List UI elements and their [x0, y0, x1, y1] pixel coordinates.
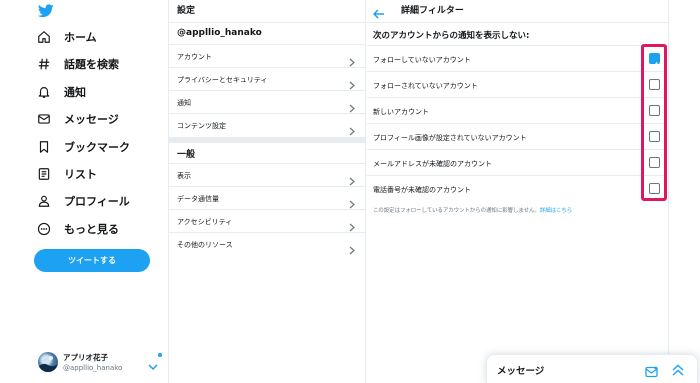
- filter-option-unconfirmed-email[interactable]: メールアドレスが未確認のアカウント: [367, 149, 667, 175]
- new-message-icon[interactable]: [645, 363, 659, 382]
- home-icon: [36, 29, 52, 45]
- chevron-down-icon: [148, 356, 158, 375]
- filter-title: 詳細フィルター: [401, 6, 464, 16]
- filter-option-not-following[interactable]: フォローしていないアカウント: [367, 45, 667, 71]
- checkbox[interactable]: [649, 105, 660, 116]
- list-icon: [36, 166, 52, 182]
- checkbox-checked[interactable]: [649, 53, 660, 68]
- person-icon: [36, 193, 52, 209]
- settings-username: @appllio_hanako: [177, 28, 262, 38]
- advanced-filter-column: 詳細フィルター 次のアカウントからの通知を表示しない: フォローしていないアカウ…: [367, 0, 669, 383]
- nav-lists[interactable]: リスト: [36, 162, 97, 186]
- settings-item-accessibility[interactable]: アクセシビリティ: [169, 209, 365, 232]
- section-divider: [169, 137, 365, 143]
- filter-option-label: メールアドレスが未確認のアカウント: [373, 160, 492, 168]
- messages-drawer[interactable]: メッセージ: [486, 354, 698, 383]
- nav-notifications[interactable]: 通知: [36, 80, 86, 104]
- checkbox[interactable]: [649, 131, 660, 142]
- nav-bookmarks-label: ブックマーク: [64, 141, 130, 154]
- filter-note: この設定はフォローしているアカウントからの通知に影響しません。詳細はこちら: [373, 206, 572, 214]
- settings-item-account[interactable]: アカウント: [169, 44, 365, 67]
- general-section-title: 一般: [177, 150, 196, 160]
- nav-more[interactable]: もっと見る: [36, 217, 119, 241]
- envelope-icon: [36, 111, 52, 127]
- settings-item-display[interactable]: 表示: [169, 163, 365, 186]
- hashtag-icon: [36, 56, 52, 72]
- primary-nav: ホーム 話題を検索 通知 メッセージ ブックマーク リスト プロフィール もっと…: [0, 0, 168, 383]
- nav-explore-label: 話題を検索: [64, 58, 119, 71]
- bookmark-icon: [36, 139, 52, 155]
- settings-column: 設定 @appllio_hanako アカウント プライバシーとセキュリティ 通…: [168, 0, 366, 383]
- settings-item-label: 通知: [177, 99, 191, 107]
- nav-explore[interactable]: 話題を検索: [36, 52, 119, 76]
- nav-more-label: もっと見る: [64, 223, 119, 236]
- settings-item-notifications[interactable]: 通知: [169, 90, 365, 113]
- nav-profile-label: プロフィール: [64, 195, 130, 208]
- tweet-button[interactable]: ツイートする: [34, 249, 150, 272]
- checkbox[interactable]: [649, 183, 660, 194]
- settings-item-label: 表示: [177, 172, 191, 180]
- settings-item-label: コンテンツ設定: [177, 122, 226, 130]
- nav-notifications-label: 通知: [64, 86, 86, 99]
- header-divider: [367, 22, 668, 23]
- nav-lists-label: リスト: [64, 168, 97, 181]
- settings-title: 設定: [177, 6, 196, 16]
- account-name: アプリオ花子: [63, 353, 108, 362]
- settings-item-data-usage[interactable]: データ通信量: [169, 186, 365, 209]
- filter-option-label: 電話番号が未確認のアカウント: [373, 186, 471, 194]
- nav-bookmarks[interactable]: ブックマーク: [36, 135, 130, 159]
- chevron-right-icon: [349, 240, 355, 259]
- nav-home-label: ホーム: [64, 31, 97, 44]
- filter-option-unconfirmed-phone[interactable]: 電話番号が未確認のアカウント: [367, 175, 667, 201]
- settings-item-privacy[interactable]: プライバシーとセキュリティ: [169, 67, 365, 90]
- settings-item-label: その他のリソース: [177, 241, 233, 249]
- account-handle: @appllio_hanako: [63, 364, 123, 372]
- chevron-double-up-icon[interactable]: [671, 362, 685, 381]
- settings-item-label: プライバシーとセキュリティ: [177, 76, 268, 84]
- nav-profile[interactable]: プロフィール: [36, 189, 130, 213]
- checkbox[interactable]: [649, 79, 660, 90]
- unread-dot: [158, 353, 162, 357]
- more-icon: [36, 221, 52, 237]
- nav-home[interactable]: ホーム: [36, 25, 97, 49]
- settings-item-label: アクセシビリティ: [177, 218, 233, 226]
- settings-item-content[interactable]: コンテンツ設定: [169, 113, 365, 136]
- filter-option-label: フォローされていないアカウント: [373, 82, 478, 90]
- twitter-bird-icon[interactable]: [37, 3, 54, 19]
- filter-heading: 次のアカウントからの通知を表示しない:: [373, 31, 530, 41]
- account-switcher[interactable]: アプリオ花子 @appllio_hanako: [38, 350, 162, 376]
- header-divider: [169, 22, 365, 23]
- filter-option-new-accounts[interactable]: 新しいアカウント: [367, 97, 667, 123]
- messages-drawer-title: メッセージ: [497, 366, 545, 377]
- back-arrow-icon[interactable]: [372, 4, 385, 23]
- nav-messages-label: メッセージ: [64, 113, 119, 126]
- filter-option-default-profile-photo[interactable]: プロフィール画像が設定されていないアカウント: [367, 123, 667, 149]
- checkbox[interactable]: [649, 157, 660, 168]
- filter-option-label: フォローしていないアカウント: [373, 56, 471, 64]
- filter-option-label: 新しいアカウント: [373, 108, 429, 116]
- settings-item-label: データ通信量: [177, 195, 219, 203]
- settings-item-resources[interactable]: その他のリソース: [169, 232, 365, 255]
- filter-note-text: この設定はフォローしているアカウントからの通知に影響しません。: [373, 208, 540, 214]
- avatar: [38, 352, 58, 372]
- bell-icon: [36, 84, 52, 100]
- settings-item-label: アカウント: [177, 53, 212, 61]
- nav-messages[interactable]: メッセージ: [36, 107, 119, 131]
- filter-option-not-followed-by[interactable]: フォローされていないアカウント: [367, 71, 667, 97]
- learn-more-link[interactable]: 詳細はこちら: [540, 208, 572, 214]
- filter-option-label: プロフィール画像が設定されていないアカウント: [373, 134, 527, 142]
